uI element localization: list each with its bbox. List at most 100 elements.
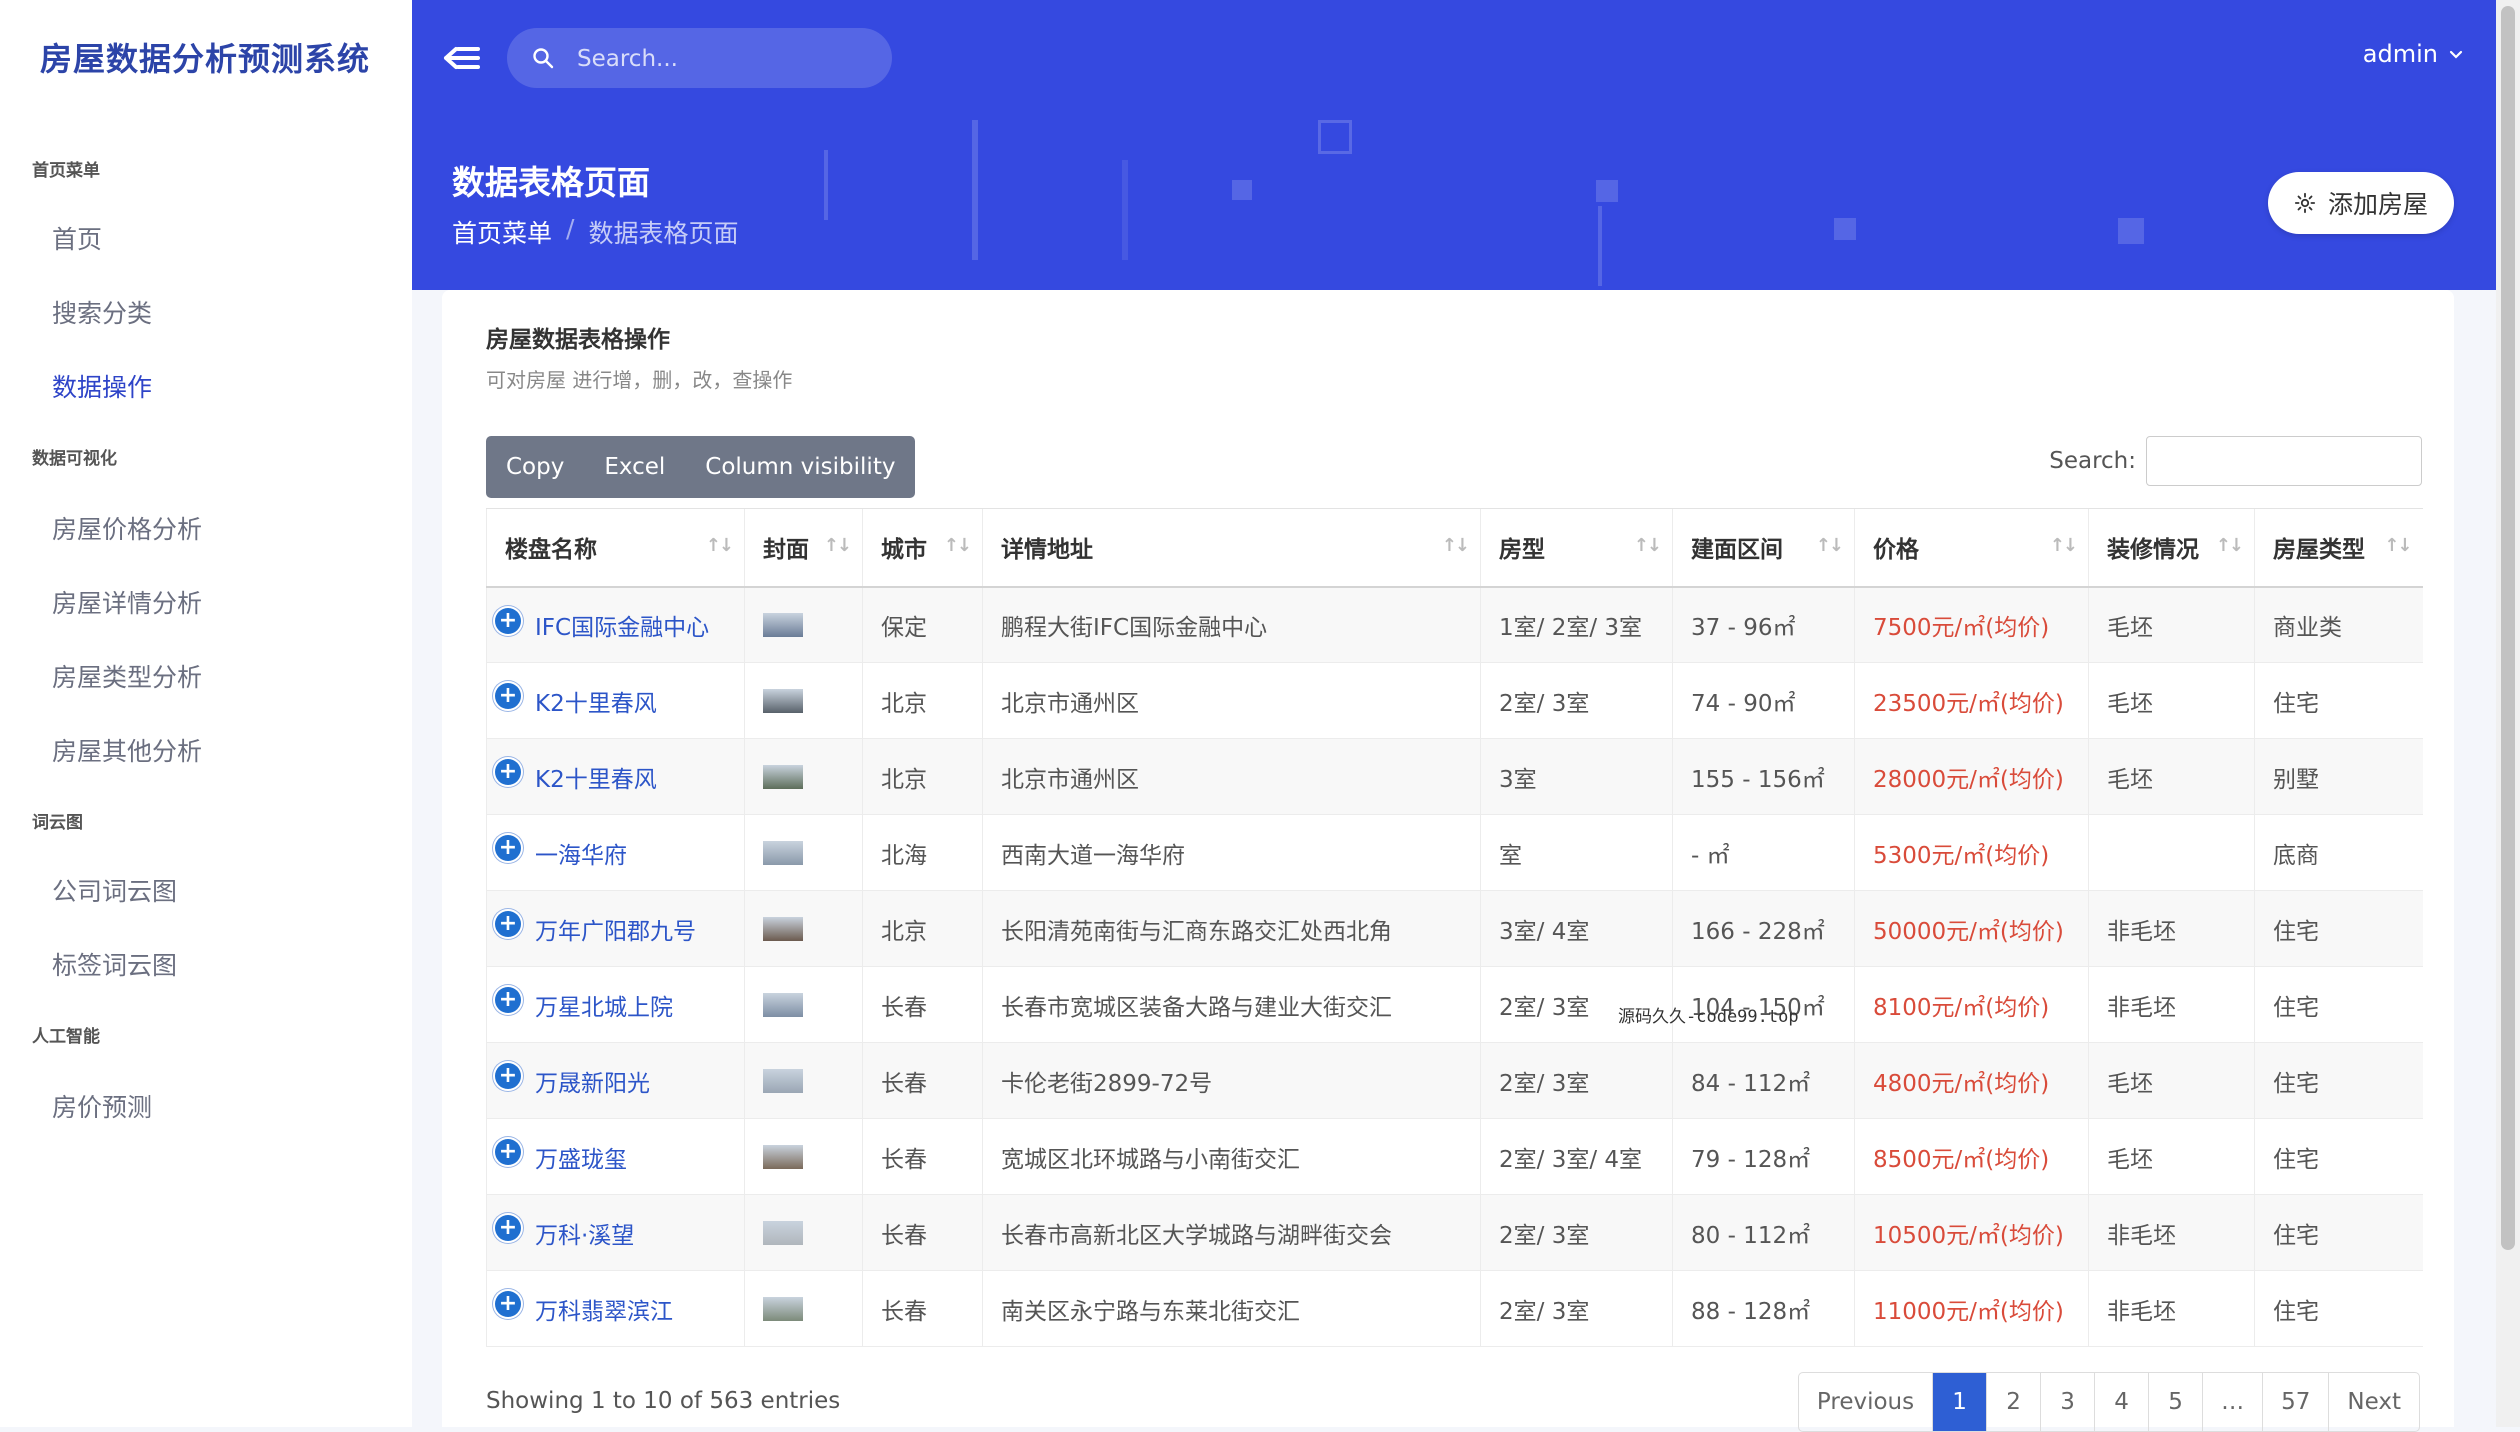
house-name-text[interactable]: K2十里春风 [535,691,657,717]
cover-thumbnail[interactable] [763,613,803,638]
cover-image [744,662,863,739]
table-row[interactable]: + 万科·溪望 长春 长春市高新北区大学城路与湖畔街交会 2室/ 3室 80 - 112㎡… [486,1194,2423,1271]
house-name-link[interactable]: + 一海华府 [486,814,745,891]
house-name-link[interactable]: + 万盛珑玺 [486,1118,745,1195]
nav-item-company-wordcloud[interactable]: 公司词云图 [52,872,177,908]
cover-thumbnail[interactable] [763,917,803,941]
excel-button[interactable]: Excel [584,436,685,498]
house-name-text[interactable]: 一海华府 [535,843,627,869]
house-name-text[interactable]: K2十里春风 [535,767,657,793]
column-header-city[interactable]: 城市 ↑↓ [862,508,983,588]
cover-thumbnail[interactable] [763,689,803,713]
house-name-text[interactable]: 万科翡翠滨江 [535,1299,673,1325]
expand-row-icon[interactable]: + [495,1063,521,1089]
address-cell: 北京市通州区 [982,662,1481,739]
column-header-price[interactable]: 价格 ↑↓ [1854,508,2089,588]
previous-page-button[interactable]: Previous [1799,1373,1932,1431]
nav-item-data-operation[interactable]: 数据操作 [52,368,152,404]
column-header-name[interactable]: 楼盘名称 ↑↓ [486,508,745,588]
column-header-type[interactable]: 房屋类型 ↑↓ [2254,508,2423,588]
table-row[interactable]: + K2十里春风 北京 北京市通州区 2室/ 3室 74 - 90㎡ 23500元/㎡(均价… [486,662,2423,739]
house-name-link[interactable]: + IFC国际金融中心 [486,586,745,663]
table-row[interactable]: + 万盛珑玺 长春 宽城区北环城路与小南街交汇 2室/ 3室/ 4室 79 - 128㎡ 8… [486,1118,2423,1195]
house-name-link[interactable]: + 万晟新阳光 [486,1042,745,1119]
house-name-text[interactable]: IFC国际金融中心 [535,615,709,641]
nav-item-search-category[interactable]: 搜索分类 [52,294,152,330]
arrow-left-menu-icon [444,47,480,69]
house-name-text[interactable]: 万晟新阳光 [535,1071,650,1097]
breadcrumb-home[interactable]: 首页菜单 [452,214,552,250]
table-row[interactable]: + 万科翡翠滨江 长春 南关区永宁路与东莱北街交汇 2室/ 3室 88 - 128㎡ 110… [486,1270,2423,1347]
expand-row-icon[interactable]: + [495,607,521,634]
expand-row-icon[interactable]: + [495,1139,521,1165]
decoration-cell: 毛坯 [2088,1042,2255,1119]
nav-item-price-analysis[interactable]: 房屋价格分析 [52,510,202,546]
expand-row-icon[interactable]: + [495,759,521,785]
table-search-input[interactable] [2146,436,2422,486]
house-name-text[interactable]: 万星北城上院 [535,995,673,1021]
table-row[interactable]: + 一海华府 北海 西南大道一海华府室 - ㎡ 5300元/㎡(均价) 底商 [486,814,2423,891]
user-menu[interactable]: admin [2363,40,2464,68]
table-row[interactable]: + IFC国际金融中心 保定 鹏程大街IFC国际金融中心 1室/ 2室/ 3室 37 - … [486,586,2423,663]
address-cell: 长阳清苑南街与汇商东路交汇处西北角 [982,890,1481,967]
expand-row-icon[interactable]: + [495,987,521,1013]
house-name-link[interactable]: + 万年广阳郡九号 [486,890,745,967]
table-row[interactable]: + K2十里春风 北京 北京市通州区 3室 155 - 156㎡ 28000元/㎡(均价) 毛… [486,738,2423,815]
cover-thumbnail[interactable] [763,1145,803,1169]
page-button-5[interactable]: 5 [2148,1373,2202,1431]
house-name-link[interactable]: + 万科·溪望 [486,1194,745,1271]
cover-thumbnail[interactable] [763,1069,803,1093]
column-header-decoration[interactable]: 装修情况 ↑↓ [2088,508,2255,588]
table-row[interactable]: + 万年广阳郡九号 北京 长阳清苑南街与汇商东路交汇处西北角 3室/ 4室 166 - 2… [486,890,2423,967]
nav-item-detail-analysis[interactable]: 房屋详情分析 [52,584,202,620]
nav-item-type-analysis[interactable]: 房屋类型分析 [52,658,202,694]
house-name-text[interactable]: 万盛珑玺 [535,1147,627,1173]
add-house-button[interactable]: 添加房屋 [2267,172,2454,234]
nav-item-tag-wordcloud[interactable]: 标签词云图 [52,946,177,982]
cover-thumbnail[interactable] [763,993,803,1017]
page-button-57[interactable]: 57 [2262,1373,2328,1431]
copy-button[interactable]: Copy [486,436,584,498]
cover-thumbnail[interactable] [763,1221,803,1245]
area-cell: 88 - 128㎡ [1672,1270,1855,1347]
page-button-2[interactable]: 2 [1986,1373,2040,1431]
column-header-area[interactable]: 建面区间 ↑↓ [1672,508,1855,588]
cover-thumbnail[interactable] [763,841,803,865]
cover-thumbnail[interactable] [763,1297,803,1321]
global-search[interactable] [507,28,892,90]
expand-row-icon[interactable]: + [495,1291,521,1317]
expand-row-icon[interactable]: + [495,911,521,937]
address-cell: 鹏程大街IFC国际金融中心 [982,586,1481,663]
column-header-layout[interactable]: 房型 ↑↓ [1480,508,1673,588]
scrollbar-thumb[interactable] [2501,6,2515,1250]
brand-title[interactable]: 房屋数据分析预测系统 [40,34,370,80]
next-page-button[interactable]: Next [2328,1373,2419,1431]
nav-section-home: 首页菜单 [32,161,100,181]
expand-row-icon[interactable]: + [495,683,521,709]
page-button-1[interactable]: 1 [1932,1373,1987,1431]
nav-item-home[interactable]: 首页 [52,220,102,256]
table-row[interactable]: + 万晟新阳光 长春 卡伦老街2899-72号 2室/ 3室 84 - 112㎡ 4800元… [486,1042,2423,1119]
gear-icon [2294,192,2316,214]
nav-item-other-analysis[interactable]: 房屋其他分析 [52,732,202,768]
global-search-input[interactable] [575,28,859,90]
column-header-cover[interactable]: 封面 ↑↓ [744,508,863,588]
column-header-address[interactable]: 详情地址 ↑↓ [982,508,1481,588]
house-name-link[interactable]: + K2十里春风 [486,662,745,739]
column-visibility-button[interactable]: Column visibility [685,436,915,498]
page-scrollbar[interactable] [2496,0,2520,1427]
expand-row-icon[interactable]: + [495,835,521,861]
page-button-3[interactable]: 3 [2040,1373,2094,1431]
house-name-text[interactable]: 万科·溪望 [535,1223,634,1249]
page-button-4[interactable]: 4 [2094,1373,2148,1431]
table-row[interactable]: + 万星北城上院 长春 长春市宽城区装备大路与建业大街交汇 2室/ 3室 104 - 15… [486,966,2423,1043]
nav-item-price-prediction[interactable]: 房价预测 [52,1088,152,1124]
house-name-text[interactable]: 万年广阳郡九号 [535,919,696,945]
house-name-link[interactable]: + 万星北城上院 [486,966,745,1043]
expand-row-icon[interactable]: + [495,1215,521,1241]
house-name-link[interactable]: + 万科翡翠滨江 [486,1270,745,1347]
house-type-cell: 住宅 [2254,890,2423,967]
sidebar-toggle-button[interactable] [442,38,482,78]
house-name-link[interactable]: + K2十里春风 [486,738,745,815]
cover-thumbnail[interactable] [763,765,803,789]
